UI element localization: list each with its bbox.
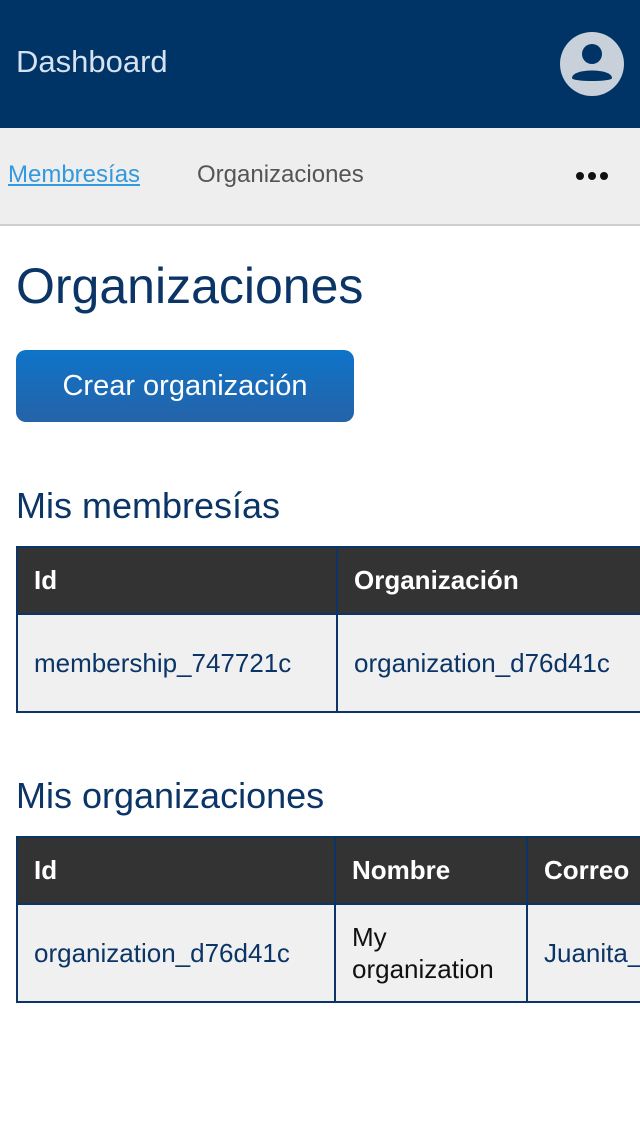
organizations-table: Id Nombre Correo organization_d76d41c My…: [16, 836, 640, 1003]
organization-id-cell: organization_d76d41c: [16, 903, 336, 1003]
app-bar: Dashboard: [0, 0, 640, 128]
table-row: membership_747721c organization_d76d41c: [16, 613, 640, 713]
column-header-id: Id: [16, 546, 338, 615]
email-link[interactable]: Juanita_: [544, 938, 640, 968]
membership-id-cell: membership_747721c: [16, 613, 338, 713]
column-header-id: Id: [16, 836, 336, 905]
column-header-name: Nombre: [334, 836, 528, 905]
organization-name-cell: My organization: [334, 903, 528, 1003]
app-title[interactable]: Dashboard: [16, 44, 168, 80]
table-header-row: Id Organización: [16, 546, 640, 615]
organizations-heading: Mis organizaciones: [16, 775, 325, 816]
organization-email-cell: Juanita_: [526, 903, 640, 1003]
organization-link[interactable]: organization_d76d41c: [34, 938, 290, 968]
page-title: Organizaciones: [16, 258, 364, 314]
table-row: organization_d76d41c My organization Jua…: [16, 903, 640, 1003]
tab-membresias[interactable]: Membresías: [8, 160, 140, 190]
memberships-table: Id Organización membership_747721c organ…: [16, 546, 640, 713]
account-icon[interactable]: [560, 32, 624, 96]
membership-organization-cell: organization_d76d41c: [336, 613, 640, 713]
membership-link[interactable]: membership_747721c: [34, 648, 291, 678]
tab-organizaciones[interactable]: Organizaciones: [197, 160, 364, 190]
more-horizontal-icon[interactable]: [572, 166, 612, 186]
create-organization-button[interactable]: Crear organización: [16, 350, 354, 422]
tab-bar: Membresías Organizaciones: [0, 128, 640, 226]
organization-link[interactable]: organization_d76d41c: [354, 648, 610, 678]
table-header-row: Id Nombre Correo: [16, 836, 640, 905]
memberships-heading: Mis membresías: [16, 485, 281, 526]
column-header-email: Correo: [526, 836, 640, 905]
column-header-organization: Organización: [336, 546, 640, 615]
